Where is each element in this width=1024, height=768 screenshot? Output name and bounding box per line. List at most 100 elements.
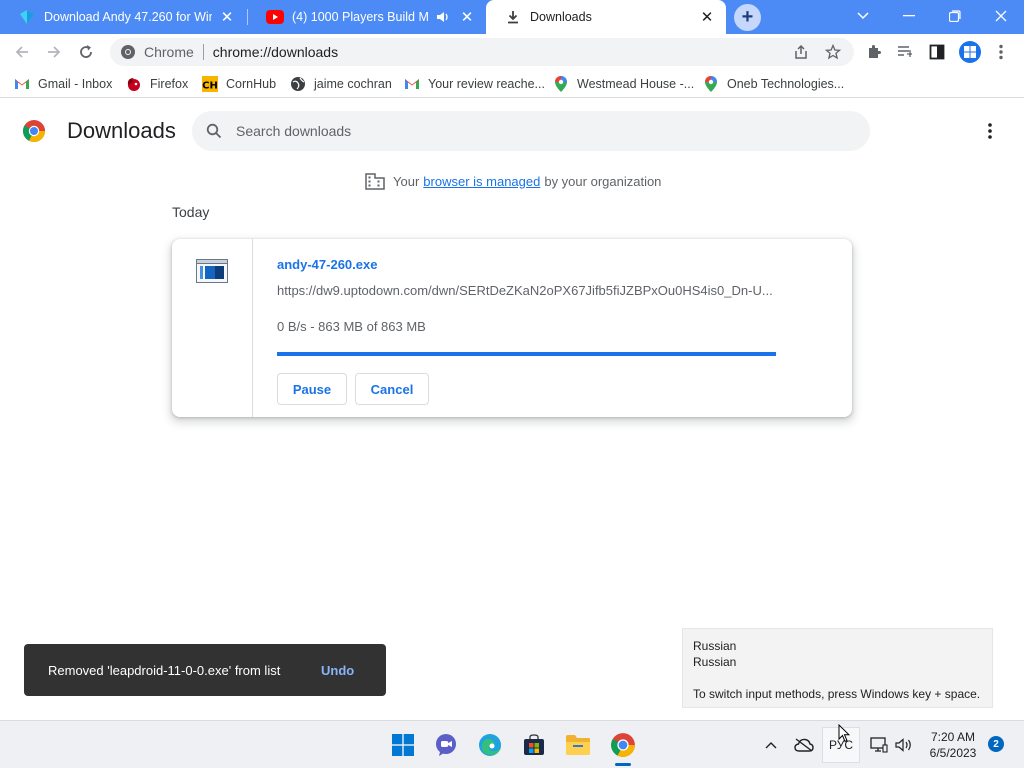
tab-title: Downloads [530, 10, 592, 24]
svg-text:CH: CH [202, 81, 218, 92]
search-downloads-box[interactable] [192, 111, 870, 151]
clock-date: 6/5/2023 [929, 746, 977, 760]
bookmark-label: jaime cochran [314, 77, 392, 91]
managed-suffix: by your organization [544, 173, 662, 189]
download-progress-fill [277, 352, 776, 356]
tab-downloads[interactable]: Downloads ✕ [486, 0, 726, 34]
tab-search-chevron-icon[interactable] [840, 0, 886, 32]
bookmark-label: Westmead House -... [577, 77, 695, 91]
address-bar[interactable]: Chrome chrome://downloads [110, 38, 854, 66]
edge-icon[interactable] [475, 730, 505, 760]
ime-hint-line: To switch input methods, press Windows k… [693, 687, 981, 701]
tray-overflow-chevron-icon[interactable] [760, 733, 782, 757]
back-button[interactable] [8, 38, 36, 66]
bookmark-label: CornHub [226, 77, 277, 91]
volume-icon[interactable] [893, 733, 915, 757]
notification-badge[interactable]: 2 [988, 736, 1004, 752]
date-section-heading: Today [172, 204, 210, 220]
download-source-url[interactable]: https://dw9.uptodown.com/dwn/SERtDeZKaN2… [277, 283, 772, 298]
minimize-button[interactable] [886, 0, 932, 32]
active-app-indicator [615, 763, 631, 766]
toast-message: Removed 'leapdroid-11-0-0.exe' from list [48, 662, 281, 678]
cancel-button[interactable]: Cancel [355, 373, 429, 405]
chrome-menu-icon[interactable] [990, 42, 1012, 62]
reading-list-icon[interactable] [894, 42, 916, 62]
bookmark-jaime-cochran[interactable]: jaime cochran [290, 75, 392, 93]
network-icon[interactable] [868, 733, 890, 757]
share-icon[interactable] [792, 43, 810, 61]
uptodown-icon [18, 8, 36, 26]
download-icon-column [172, 239, 253, 417]
teams-chat-icon[interactable] [431, 730, 461, 760]
building-icon [365, 173, 385, 190]
bookmark-oneb-technologies[interactable]: Oneb Technologies... [703, 75, 844, 93]
site-label: Chrome [144, 44, 194, 60]
download-item-card: andy-47-260.exe https://dw9.uptodown.com… [172, 239, 852, 417]
bookmark-firefox[interactable]: Firefox [126, 75, 188, 93]
tab-title: Download Andy 47.260 for Wind [44, 10, 212, 24]
download-filename-link[interactable]: andy-47-260.exe [277, 257, 377, 272]
page-title: Downloads [67, 118, 176, 143]
close-tab-icon[interactable]: ✕ [218, 8, 236, 26]
managed-notice: Your browser is managed by your organiza… [365, 171, 661, 191]
reload-button[interactable] [72, 38, 100, 66]
more-actions-icon[interactable] [978, 119, 1002, 143]
chrome-site-icon [120, 44, 136, 60]
bookmark-label: Oneb Technologies... [727, 77, 845, 91]
new-tab-button[interactable]: + [734, 4, 761, 31]
managed-prefix: Your [393, 173, 420, 189]
firefox-icon [126, 76, 142, 92]
ch-icon: CH [202, 76, 218, 92]
download-progress-bar [277, 352, 776, 356]
browser-toolbar: Chrome chrome://downloads [0, 34, 1024, 70]
tab-title: (4) 1000 Players Build MASSI [292, 10, 428, 24]
download-icon [504, 8, 522, 26]
bookmark-gmail-inbox[interactable]: Gmail - Inbox [14, 75, 112, 93]
pause-button[interactable]: Pause [277, 373, 347, 405]
extensions-icon[interactable] [863, 42, 885, 62]
bookmark-star-icon[interactable] [824, 43, 842, 61]
input-method-tooltip: Russian Russian To switch input methods,… [682, 628, 993, 708]
speaker-icon[interactable] [434, 8, 452, 26]
tab-strip: Download Andy 47.260 for Wind ✕ (4) 1000… [0, 0, 1024, 34]
mouse-cursor-icon [838, 724, 850, 743]
store-icon[interactable] [519, 730, 549, 760]
close-tab-icon[interactable]: ✕ [458, 8, 476, 26]
ime-keyboard-line: Russian [693, 655, 737, 669]
close-tab-icon[interactable]: ✕ [698, 8, 716, 26]
chrome-logo-icon [22, 119, 46, 143]
youtube-icon [266, 8, 284, 26]
clock-time: 7:20 AM [930, 730, 976, 744]
gmail-icon [404, 76, 420, 92]
chrome-taskbar-icon[interactable] [608, 730, 638, 760]
side-panel-icon[interactable] [926, 42, 948, 62]
url-text[interactable]: chrome://downloads [213, 44, 338, 60]
bookmark-label: Firefox [150, 77, 189, 91]
taskbar-clock[interactable]: 7:20 AM 6/5/2023 [918, 729, 988, 761]
installer-file-icon [196, 259, 228, 283]
file-explorer-icon[interactable] [563, 730, 593, 760]
profile-avatar[interactable] [958, 40, 982, 64]
onedrive-offline-icon[interactable] [792, 733, 816, 757]
tab-andy-download[interactable]: Download Andy 47.260 for Wind ✕ [0, 0, 246, 34]
bookmark-label: Gmail - Inbox [38, 77, 113, 91]
windows-taskbar: РУС 7:20 AM 6/5/2023 2 [0, 720, 1024, 768]
bookmark-westmead-house[interactable]: Westmead House -... [553, 75, 694, 93]
undo-button[interactable]: Undo [321, 663, 354, 678]
downloads-header: Downloads [0, 99, 1024, 163]
removed-toast: Removed 'leapdroid-11-0-0.exe' from list… [24, 644, 386, 696]
maps-icon [703, 76, 719, 92]
bookmarks-bar: Gmail - Inbox Firefox CH CornHub jaime c… [0, 70, 1024, 98]
gmail-icon [14, 76, 30, 92]
start-button[interactable] [388, 730, 418, 760]
search-input[interactable] [236, 123, 836, 139]
search-icon [206, 123, 222, 139]
tab-youtube[interactable]: (4) 1000 Players Build MASSI ✕ [248, 0, 486, 34]
bookmark-your-review[interactable]: Your review reache... [404, 75, 545, 93]
omnibox-divider [202, 44, 204, 60]
browser-managed-link[interactable]: browser is managed [423, 174, 540, 189]
close-window-button[interactable] [978, 0, 1024, 32]
restore-button[interactable] [932, 0, 978, 32]
bookmark-cornhub[interactable]: CH CornHub [202, 75, 276, 93]
forward-button[interactable] [40, 38, 68, 66]
